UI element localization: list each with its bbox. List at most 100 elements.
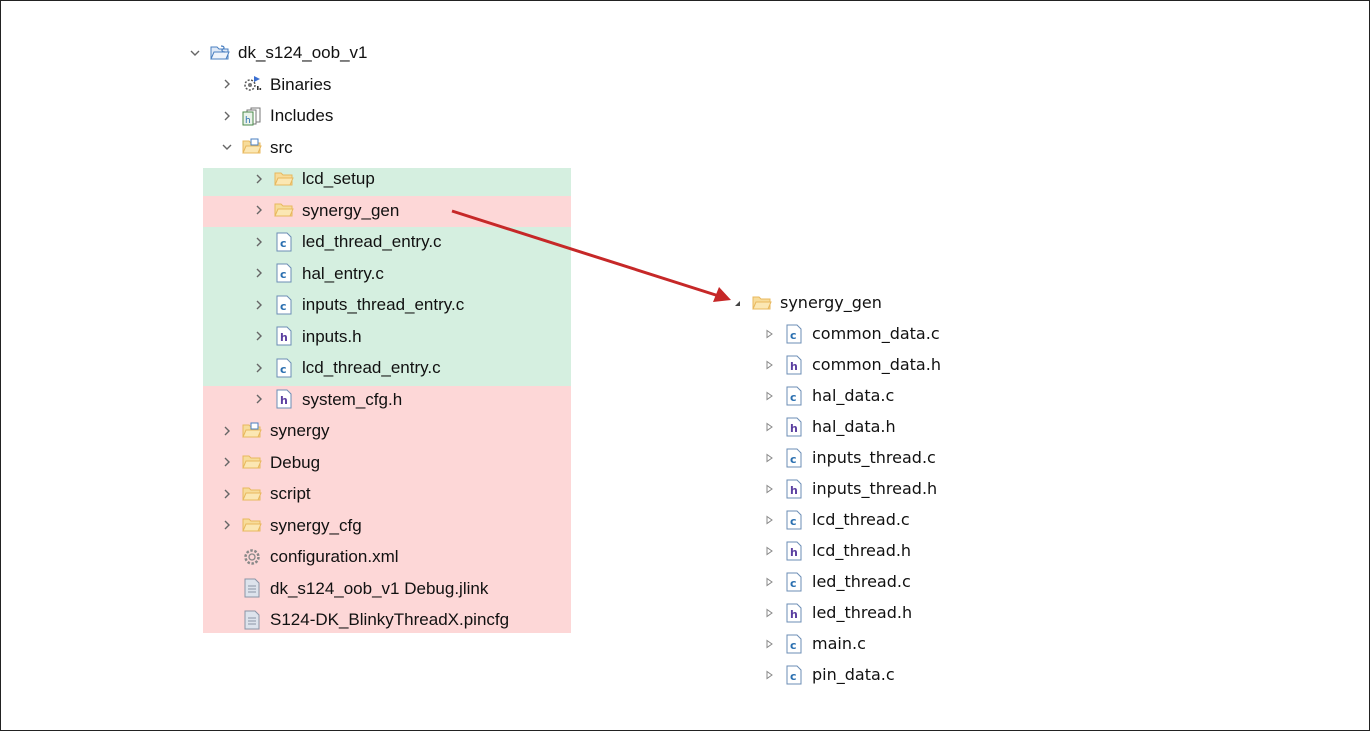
tree-item-project-child[interactable]: synergy xyxy=(220,415,330,446)
svg-text:c: c xyxy=(280,268,287,281)
tree-item-project-child[interactable]: Debug xyxy=(220,447,320,478)
tree-item-file[interactable]: c common_data.c xyxy=(762,318,940,349)
chevron-down-icon[interactable] xyxy=(220,140,234,154)
tree-item-binaries[interactable]: Binaries xyxy=(220,69,331,100)
tree-item-label: inputs_thread.c xyxy=(812,447,936,467)
chevron-right-icon[interactable] xyxy=(220,77,234,91)
tree-item-label: led_thread_entry.c xyxy=(302,232,442,251)
triangle-right-icon[interactable] xyxy=(762,389,776,403)
chevron-right-icon[interactable] xyxy=(252,392,266,406)
tree-item-src-child[interactable]: h inputs.h xyxy=(252,321,362,352)
h-file-icon: h xyxy=(274,326,294,346)
tree-item-project-child[interactable]: synergy_cfg xyxy=(220,510,362,541)
tree-item-project-child[interactable]: dk_s124_oob_v1 Debug.jlink xyxy=(220,573,488,604)
chevron-right-icon[interactable] xyxy=(252,298,266,312)
tree-item-src[interactable]: src xyxy=(220,132,293,163)
tree-item-src-child[interactable]: c hal_entry.c xyxy=(252,258,384,289)
chevron-right-icon[interactable] xyxy=(220,518,234,532)
folder-icon xyxy=(242,515,262,535)
folder-icon xyxy=(274,169,294,189)
triangle-right-icon[interactable] xyxy=(762,327,776,341)
tree-item-file[interactable]: h inputs_thread.h xyxy=(762,473,937,504)
chevron-right-icon[interactable] xyxy=(252,361,266,375)
project-icon xyxy=(210,43,230,63)
tree-item-file[interactable]: c led_thread.c xyxy=(762,566,911,597)
tree-item-src-child[interactable]: synergy_gen xyxy=(252,195,399,226)
source-folder-icon xyxy=(242,421,262,441)
tree-item-src-child[interactable]: c led_thread_entry.c xyxy=(252,226,442,257)
tree-item-file[interactable]: h led_thread.h xyxy=(762,597,912,628)
svg-text:c: c xyxy=(790,577,797,590)
tree-item-src-child[interactable]: c inputs_thread_entry.c xyxy=(252,289,464,320)
tree-item-label: Debug xyxy=(270,452,321,472)
svg-text:h: h xyxy=(245,116,251,126)
svg-text:c: c xyxy=(280,237,287,250)
triangle-right-icon[interactable] xyxy=(762,606,776,620)
svg-text:c: c xyxy=(790,391,797,404)
tree-item-label: lcd_setup xyxy=(302,169,375,188)
tree-item-src-child[interactable]: h system_cfg.h xyxy=(252,384,402,415)
tree-item-file[interactable]: c lcd_thread.c xyxy=(762,504,910,535)
tree-item-file[interactable]: c inputs_thread.c xyxy=(762,442,936,473)
chevron-right-icon[interactable] xyxy=(220,455,234,469)
chevron-right-icon[interactable] xyxy=(252,203,266,217)
tree-item-project-child[interactable]: script xyxy=(220,478,311,509)
tree-item-project[interactable]: dk_s124_oob_v1 xyxy=(188,37,368,68)
tree-item-label: inputs.h xyxy=(302,326,362,346)
tree-item-file[interactable]: c hal_data.c xyxy=(762,380,894,411)
tree-item-label: synergy_gen xyxy=(302,200,400,220)
svg-text:c: c xyxy=(790,329,797,342)
document-icon xyxy=(242,610,262,630)
chevron-right-icon[interactable] xyxy=(252,172,266,186)
tree-item-synergy-gen[interactable]: synergy_gen xyxy=(730,287,882,318)
tree-item-label: Includes xyxy=(270,106,334,125)
triangle-right-icon[interactable] xyxy=(762,668,776,682)
triangle-right-icon[interactable] xyxy=(762,451,776,465)
chevron-right-icon[interactable] xyxy=(252,235,266,249)
tree-item-label: configuration.xml xyxy=(270,547,399,566)
tree-item-includes[interactable]: h Includes xyxy=(220,100,333,131)
tree-item-label: synergy_cfg xyxy=(270,515,362,535)
tree-item-label: hal_data.c xyxy=(812,385,895,405)
tree-item-label: lcd_thread.h xyxy=(812,540,912,560)
tree-item-project-child[interactable]: S124-DK_BlinkyThreadX.pincfg xyxy=(220,604,509,635)
tree-item-src-child[interactable]: lcd_setup xyxy=(252,163,375,194)
tree-item-file[interactable]: c pin_data.c xyxy=(762,659,895,690)
tree-item-label: hal_data.h xyxy=(812,416,896,436)
tree-item-file[interactable]: h hal_data.h xyxy=(762,411,896,442)
triangle-right-icon[interactable] xyxy=(762,575,776,589)
chevron-right-icon[interactable] xyxy=(220,424,234,438)
c-file-icon: c xyxy=(784,665,804,685)
triangle-right-icon[interactable] xyxy=(762,420,776,434)
triangle-right-icon[interactable] xyxy=(762,482,776,496)
chevron-right-icon[interactable] xyxy=(252,266,266,280)
svg-text:c: c xyxy=(790,515,797,528)
triangle-right-icon[interactable] xyxy=(762,637,776,651)
chevron-right-icon[interactable] xyxy=(220,109,234,123)
binaries-icon xyxy=(242,74,262,94)
document-icon xyxy=(242,578,262,598)
triangle-down-icon[interactable] xyxy=(730,296,744,310)
svg-text:c: c xyxy=(280,300,287,313)
folder-icon xyxy=(274,200,294,220)
tree-item-file[interactable]: h common_data.h xyxy=(762,349,941,380)
svg-text:c: c xyxy=(280,363,287,376)
triangle-right-icon[interactable] xyxy=(762,358,776,372)
chevron-right-icon[interactable] xyxy=(252,329,266,343)
chevron-right-icon[interactable] xyxy=(220,487,234,501)
svg-text:h: h xyxy=(280,394,288,407)
tree-item-project-child[interactable]: configuration.xml xyxy=(220,541,399,572)
tree-item-label: led_thread.c xyxy=(812,571,911,591)
tree-item-file[interactable]: h lcd_thread.h xyxy=(762,535,911,566)
tree-item-file[interactable]: c main.c xyxy=(762,628,866,659)
tree-item-src-child[interactable]: c lcd_thread_entry.c xyxy=(252,352,441,383)
triangle-right-icon[interactable] xyxy=(762,544,776,558)
h-file-icon: h xyxy=(274,389,294,409)
c-file-icon: c xyxy=(784,448,804,468)
tree-item-label: inputs_thread_entry.c xyxy=(302,295,465,314)
triangle-right-icon[interactable] xyxy=(762,513,776,527)
h-file-icon: h xyxy=(784,541,804,561)
chevron-down-icon[interactable] xyxy=(188,46,202,60)
